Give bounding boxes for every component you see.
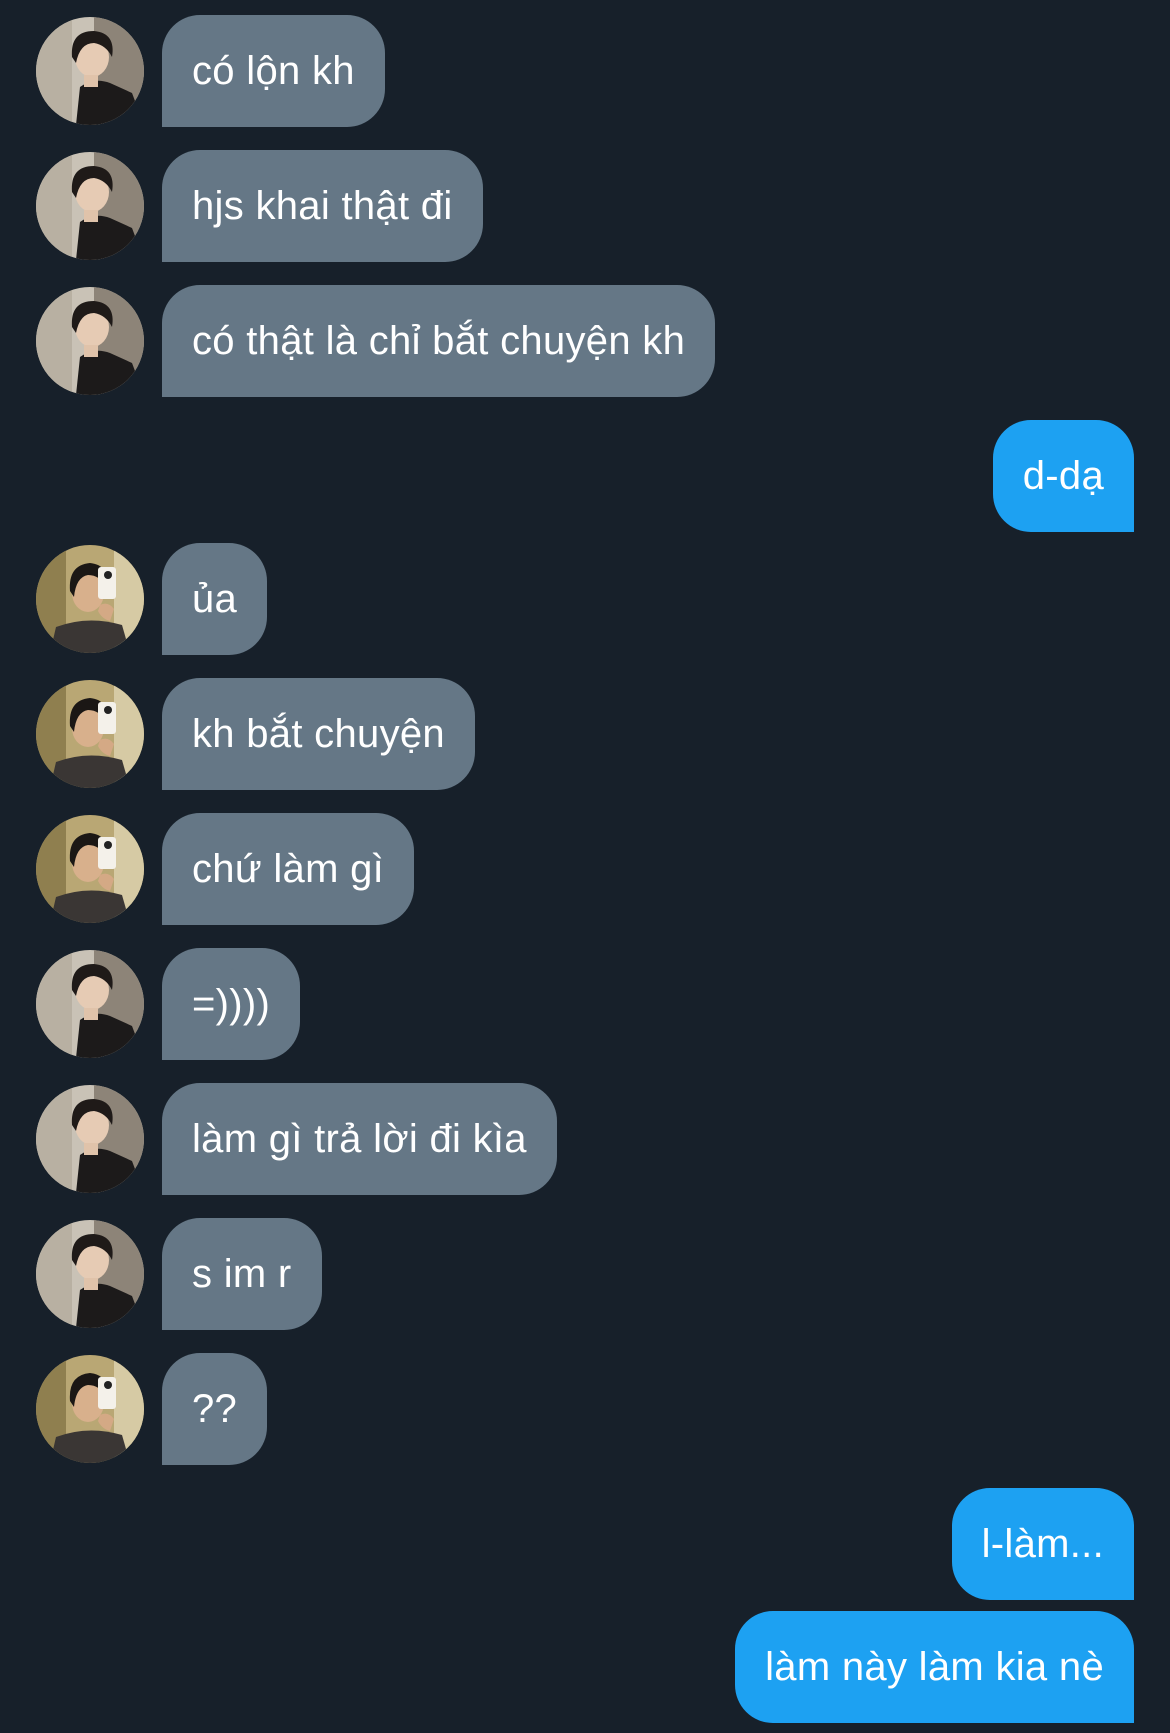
sender-avatar[interactable]	[36, 17, 144, 125]
incoming-message-bubble[interactable]: ??	[162, 1353, 268, 1465]
message-row-incoming: ủa	[0, 543, 1170, 655]
message-text: ??	[192, 1386, 238, 1431]
message-row-incoming: kh bắt chuyện	[0, 678, 1170, 790]
sender-avatar[interactable]	[36, 815, 144, 923]
message-text: kh bắt chuyện	[192, 711, 445, 756]
message-text: chứ làm gì	[192, 846, 385, 891]
message-row-outgoing: l-làm...	[0, 1488, 1170, 1600]
message-row-incoming: s im r	[0, 1218, 1170, 1330]
incoming-message-bubble[interactable]: =))))	[162, 948, 301, 1060]
message-row-outgoing: làm này làm kia nè	[0, 1611, 1170, 1723]
incoming-message-bubble[interactable]: ủa	[162, 543, 268, 655]
incoming-message-bubble[interactable]: có lộn kh	[162, 15, 385, 127]
message-text: ủa	[192, 576, 238, 621]
sender-avatar[interactable]	[36, 152, 144, 260]
message-row-incoming: làm gì trả lời đi kìa	[0, 1083, 1170, 1195]
message-text: hjs khai thật đi	[192, 183, 453, 228]
message-text: có lộn kh	[192, 48, 355, 93]
message-row-incoming: có lộn kh	[0, 15, 1170, 127]
outgoing-message-bubble[interactable]: l-làm...	[951, 1488, 1134, 1600]
message-row-incoming: =))))	[0, 948, 1170, 1060]
sender-avatar[interactable]	[36, 287, 144, 395]
message-row-outgoing: d-dạ	[0, 420, 1170, 532]
sender-avatar[interactable]	[36, 1085, 144, 1193]
message-text: d-dạ	[1022, 453, 1104, 498]
sender-avatar[interactable]	[36, 1220, 144, 1328]
incoming-message-bubble[interactable]: hjs khai thật đi	[162, 150, 483, 262]
message-row-incoming: ??	[0, 1353, 1170, 1465]
message-text: có thật là chỉ bắt chuyện kh	[192, 318, 686, 363]
sender-avatar[interactable]	[36, 680, 144, 788]
outgoing-message-bubble[interactable]: d-dạ	[992, 420, 1134, 532]
sender-avatar[interactable]	[36, 1355, 144, 1463]
incoming-message-bubble[interactable]: có thật là chỉ bắt chuyện kh	[162, 285, 716, 397]
message-row-incoming: hjs khai thật đi	[0, 150, 1170, 262]
sender-avatar[interactable]	[36, 950, 144, 1058]
message-text: làm này làm kia nè	[765, 1644, 1104, 1689]
incoming-message-bubble[interactable]: s im r	[162, 1218, 322, 1330]
message-row-incoming: có thật là chỉ bắt chuyện kh	[0, 285, 1170, 397]
incoming-message-bubble[interactable]: kh bắt chuyện	[162, 678, 475, 790]
message-text: làm gì trả lời đi kìa	[192, 1116, 527, 1161]
message-text: l-làm...	[981, 1521, 1104, 1566]
sender-avatar[interactable]	[36, 545, 144, 653]
outgoing-message-bubble[interactable]: làm này làm kia nè	[735, 1611, 1134, 1723]
message-text: s im r	[192, 1251, 292, 1296]
incoming-message-bubble[interactable]: chứ làm gì	[162, 813, 415, 925]
incoming-message-bubble[interactable]: làm gì trả lời đi kìa	[162, 1083, 557, 1195]
message-text: =))))	[192, 981, 271, 1026]
message-row-incoming: chứ làm gì	[0, 813, 1170, 925]
